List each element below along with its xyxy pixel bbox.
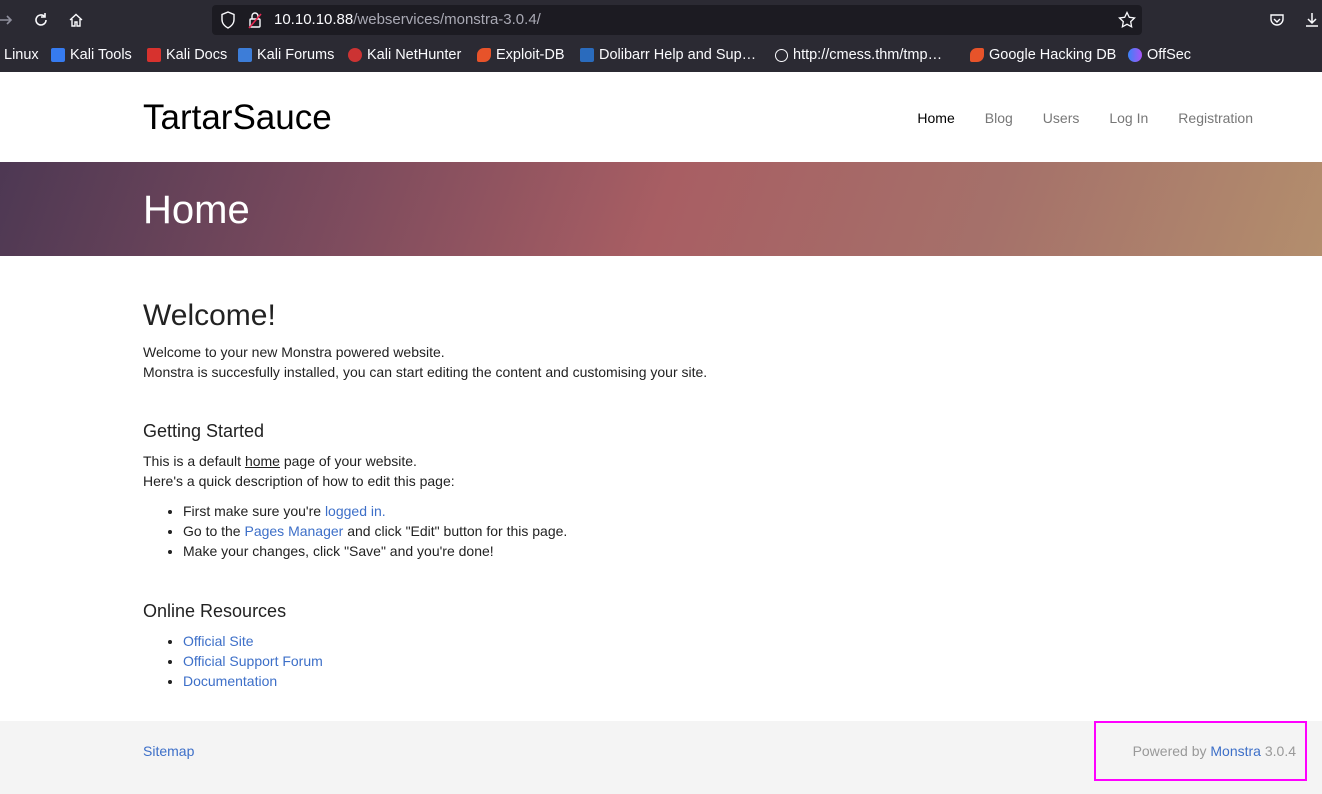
download-icon[interactable] (1302, 10, 1322, 30)
official-site-link[interactable]: Official Site (183, 633, 254, 649)
bookmark-google-hacking-db[interactable]: Google Hacking DB (970, 47, 1116, 63)
getting-started-line-2: Here's a quick description of how to edi… (143, 473, 455, 489)
online-resources-heading: Online Resources (143, 601, 287, 621)
bookmark-label: http://cmess.thm/tmp… (793, 47, 943, 63)
sitemap-link[interactable]: Sitemap (143, 743, 194, 759)
logged-in-link[interactable]: logged in. (325, 503, 386, 519)
kali-nethunter-icon (348, 48, 362, 62)
welcome-line-1: Welcome to your new Monstra powered webs… (143, 344, 445, 360)
offsec-icon (1128, 48, 1142, 62)
bookmark-label: Google Hacking DB (989, 47, 1117, 63)
bookmark-label: Exploit-DB (496, 47, 565, 63)
bookmark-offsec[interactable]: OffSec (1128, 47, 1191, 63)
url-bar[interactable]: 10.10.10.88/webservices/monstra-3.0.4/ (212, 5, 1142, 35)
site-footer: Sitemap Powered by Monstra 3.0.4 (0, 721, 1322, 794)
bookmark-star-icon[interactable] (1118, 10, 1136, 34)
nav-registration[interactable]: Registration (1178, 110, 1253, 126)
web-page: TartarSauce Home Blog Users Log In Regis… (0, 72, 1322, 794)
bookmark-kali-nethunter[interactable]: Kali NetHunter (348, 47, 461, 63)
google-hacking-db-icon (970, 48, 984, 62)
exploit-db-icon (477, 48, 491, 62)
getting-started-heading: Getting Started (143, 421, 265, 441)
list-item: Documentation (183, 671, 323, 691)
official-support-forum-link[interactable]: Official Support Forum (183, 653, 323, 669)
main-nav: Home Blog Users Log In Registration (917, 110, 1253, 126)
globe-icon (775, 48, 788, 62)
list-item: First make sure you're logged in. (183, 501, 567, 521)
nav-home[interactable]: Home (917, 110, 954, 126)
bookmark-label: Kali Forums (257, 47, 335, 63)
text: First make sure you're (183, 503, 325, 519)
bookmark-kali-docs[interactable]: Kali Docs (147, 47, 227, 63)
home-icon[interactable] (66, 10, 86, 30)
forward-icon[interactable] (0, 10, 16, 30)
nav-login[interactable]: Log In (1109, 110, 1148, 126)
getting-started-line-1: This is a default home page of your webs… (143, 451, 417, 471)
kali-forums-icon (238, 48, 252, 62)
bookmark-kali-forums[interactable]: Kali Forums (238, 47, 334, 63)
highlight-box (1094, 721, 1307, 781)
documentation-link[interactable]: Documentation (183, 673, 277, 689)
dolibarr-icon (580, 48, 594, 62)
browser-toolbar: 10.10.10.88/webservices/monstra-3.0.4/ (0, 0, 1322, 40)
bookmark-label: Kali Tools (70, 47, 132, 63)
bookmark-exploit-db[interactable]: Exploit-DB (477, 47, 565, 63)
bookmark-label: Kali Docs (166, 47, 228, 63)
insecure-lock-icon[interactable] (248, 11, 262, 34)
bookmark-cmess[interactable]: http://cmess.thm/tmp… (775, 47, 942, 63)
pages-manager-link[interactable]: Pages Manager (244, 523, 343, 539)
welcome-line-2: Monstra is succesfully installed, you ca… (143, 364, 708, 380)
list-item: Official Site (183, 631, 323, 651)
kali-tools-icon (51, 48, 65, 62)
site-logo[interactable]: TartarSauce (143, 98, 332, 138)
pocket-icon[interactable] (1267, 10, 1287, 30)
shield-icon[interactable] (220, 11, 236, 34)
bookmark-kali-tools[interactable]: Kali Tools (51, 47, 132, 63)
resources-list: Official Site Official Support Forum Doc… (143, 631, 323, 691)
bookmark-dolibarr[interactable]: Dolibarr Help and Sup… (580, 47, 756, 63)
steps-list: First make sure you're logged in. Go to … (143, 501, 567, 561)
page-title: Home (143, 188, 250, 232)
welcome-heading: Welcome! (143, 299, 276, 332)
reload-icon[interactable] (31, 10, 51, 30)
nav-users[interactable]: Users (1043, 110, 1080, 126)
bookmarks-bar: Linux Kali Tools Kali Docs Kali Forums K… (0, 40, 1322, 73)
text: and click "Edit" button for this page. (343, 523, 568, 539)
home-link[interactable]: home (245, 453, 280, 469)
bookmark-label: Linux (4, 47, 39, 63)
list-item: Official Support Forum (183, 651, 323, 671)
bookmark-label: Dolibarr Help and Sup… (599, 47, 757, 63)
url-path: /webservices/monstra-3.0.4/ (353, 11, 541, 28)
url-text[interactable]: 10.10.10.88/webservices/monstra-3.0.4/ (274, 11, 541, 28)
hero-banner: Home (0, 162, 1322, 256)
text: Go to the (183, 523, 245, 539)
site-header: TartarSauce Home Blog Users Log In Regis… (0, 72, 1322, 162)
list-item: Go to the Pages Manager and click "Edit"… (183, 521, 567, 541)
nav-blog[interactable]: Blog (985, 110, 1013, 126)
text: This is a default (143, 453, 245, 469)
bookmark-label: Kali NetHunter (367, 47, 462, 63)
url-host: 10.10.10.88 (274, 11, 354, 28)
list-item: Make your changes, click "Save" and you'… (183, 541, 567, 561)
bookmark-label: OffSec (1147, 47, 1192, 63)
bookmark-linux[interactable]: Linux (4, 47, 39, 63)
text: page of your website. (279, 453, 417, 469)
kali-docs-icon (147, 48, 161, 62)
